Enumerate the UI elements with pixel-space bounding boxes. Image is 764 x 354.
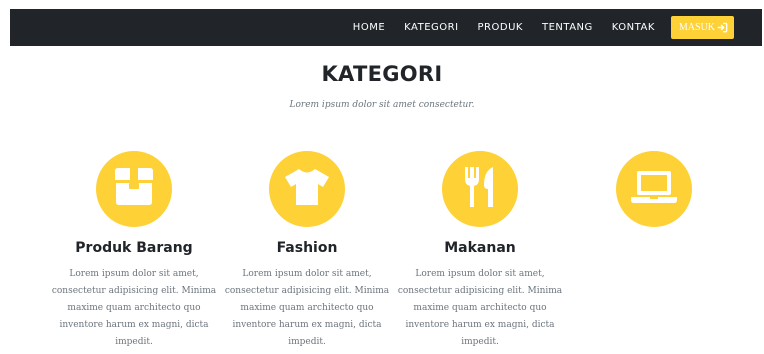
navbar: HOME KATEGORI PRODUK TENTANG KONTAK MASU… <box>10 9 762 46</box>
category-icon-circle <box>616 151 692 227</box>
category-title <box>568 240 740 258</box>
category-icon-circle <box>269 151 345 227</box>
category-card-laptop <box>568 151 740 266</box>
category-description: Lorem ipsum dolor sit amet, consectetur … <box>51 269 217 347</box>
tshirt-icon <box>283 167 331 212</box>
nav-link-kategori[interactable]: KATEGORI <box>404 22 458 33</box>
category-description: Lorem ipsum dolor sit amet, consectetur … <box>224 269 390 347</box>
category-icon-circle <box>96 151 172 227</box>
nav-link-tentang[interactable]: TENTANG <box>542 22 593 33</box>
laptop-icon <box>630 169 678 210</box>
sign-in-icon <box>717 22 728 33</box>
nav-link-produk[interactable]: PRODUK <box>478 22 523 33</box>
nav-link-kontak[interactable]: KONTAK <box>612 22 655 33</box>
section-subtitle: Lorem ipsum dolor sit amet consectetur. <box>289 100 475 110</box>
nav-link-home[interactable]: HOME <box>353 22 385 33</box>
section-title: KATEGORI <box>321 62 443 86</box>
category-card-makanan: Makanan Lorem ipsum dolor sit amet, cons… <box>394 151 566 351</box>
category-title: Makanan <box>444 240 516 256</box>
login-button-label: MASUK <box>678 22 715 33</box>
category-title: Produk Barang <box>75 240 193 256</box>
box-icon <box>113 167 155 212</box>
login-button[interactable]: MASUK <box>670 16 734 39</box>
category-icon-circle <box>442 151 518 227</box>
category-card-fashion: Fashion Lorem ipsum dolor sit amet, cons… <box>221 151 393 351</box>
category-card-produk-barang: Produk Barang Lorem ipsum dolor sit amet… <box>48 151 220 351</box>
category-title: Fashion <box>276 240 338 256</box>
category-description: Lorem ipsum dolor sit amet, consectetur … <box>397 269 563 347</box>
utensils-icon <box>462 165 498 214</box>
